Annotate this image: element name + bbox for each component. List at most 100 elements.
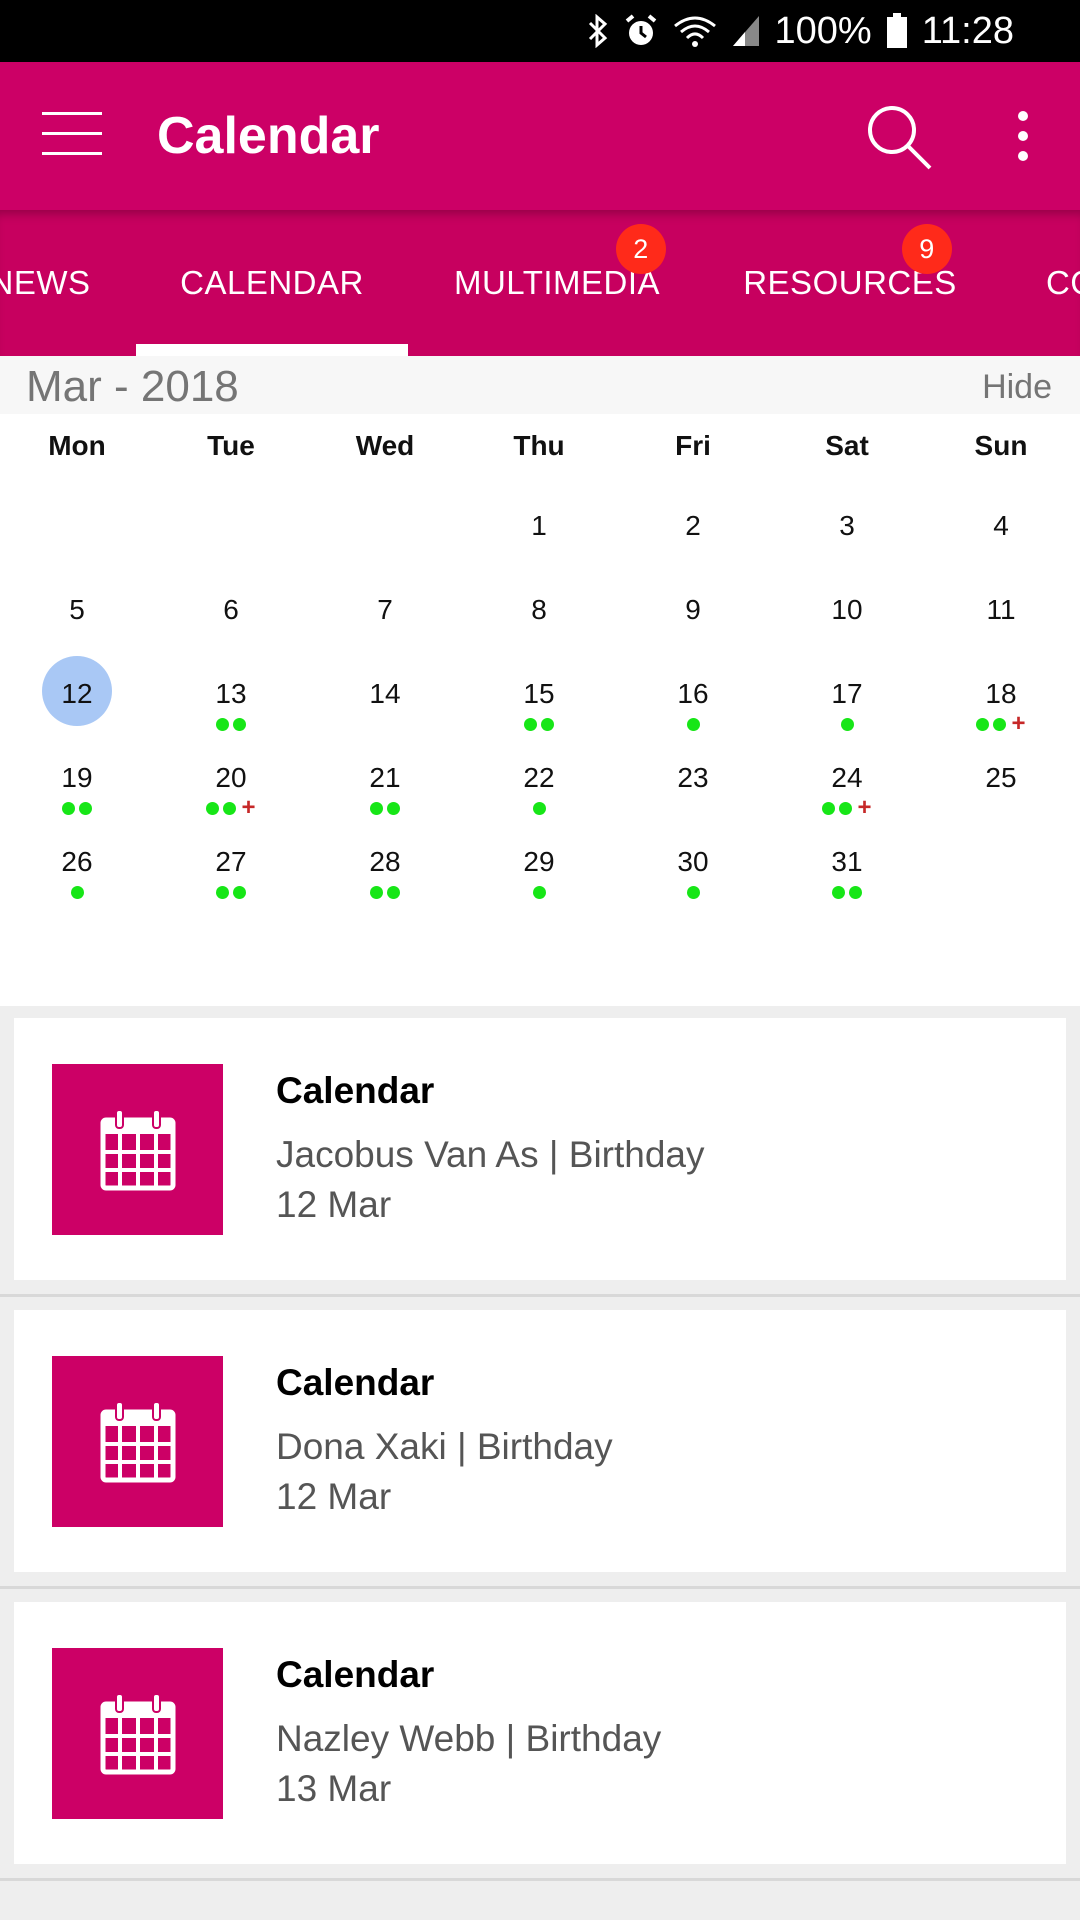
calendar-day[interactable]: 13 xyxy=(154,670,308,754)
event-dot xyxy=(686,717,700,731)
calendar-icon xyxy=(52,1064,223,1235)
day-number: 8 xyxy=(531,594,547,625)
event-dot xyxy=(832,885,845,899)
tab-label: CALENDAR xyxy=(180,264,364,301)
event-indicators xyxy=(462,882,616,902)
calendar-day[interactable]: 23 xyxy=(616,754,770,838)
calendar-day[interactable]: 25 xyxy=(924,754,1078,838)
day-number: 16 xyxy=(677,678,709,709)
day-number: 23 xyxy=(677,762,709,793)
event-indicators xyxy=(770,714,924,734)
calendar-day[interactable]: 4 xyxy=(924,502,1078,586)
tab-news[interactable]: NEWS xyxy=(0,210,90,356)
calendar-day[interactable]: 26 xyxy=(0,838,154,922)
calendar-day[interactable]: 24 + xyxy=(770,754,924,838)
calendar-grid: Mon Tue Wed Thu Fri Sat Sun 1 2 3 4 5 6 7 8 9 10 11 12 13 14… xyxy=(0,414,1080,1006)
day-number: 14 xyxy=(369,678,401,709)
day-number: 25 xyxy=(985,762,1017,793)
event-title: Calendar xyxy=(276,1654,435,1695)
event-dot xyxy=(524,717,537,731)
event-card[interactable]: Calendar Dona Xaki | Birthday 12 Mar xyxy=(14,1310,1066,1572)
event-date: 12 Mar xyxy=(276,1476,392,1517)
calendar-day[interactable]: 18 + xyxy=(924,670,1078,754)
calendar-day[interactable]: 27 xyxy=(154,838,308,922)
day-number: 2 xyxy=(685,510,701,541)
day-number: 18 xyxy=(985,678,1017,709)
event-indicators xyxy=(154,714,308,734)
calendar-day[interactable]: 21 xyxy=(308,754,462,838)
calendar-day[interactable]: 28 xyxy=(308,838,462,922)
calendar-day[interactable]: 31 xyxy=(770,838,924,922)
calendar-day[interactable]: 20 + xyxy=(154,754,308,838)
hide-button[interactable]: Hide xyxy=(982,368,1052,407)
event-date: 12 Mar xyxy=(276,1184,392,1225)
event-indicators xyxy=(0,798,154,818)
calendar-day[interactable]: 3 xyxy=(770,502,924,586)
event-card[interactable]: Calendar Nazley Webb | Birthday 13 Mar xyxy=(14,1602,1066,1864)
calendar-day[interactable]: 9 xyxy=(616,586,770,670)
calendar-day[interactable]: 1 xyxy=(462,502,616,586)
event-dot xyxy=(686,885,700,899)
tab-multimedia[interactable]: MULTIMEDIA 2 xyxy=(440,210,674,356)
event-indicators xyxy=(308,798,462,818)
event-dot xyxy=(532,801,546,815)
calendar-day[interactable]: 10 xyxy=(770,586,924,670)
alarm-icon xyxy=(623,13,659,49)
day-number: 30 xyxy=(677,846,709,877)
tab-resources[interactable]: RESOURCES 9 xyxy=(742,210,958,356)
day-number: 10 xyxy=(831,594,863,625)
day-number: 13 xyxy=(215,678,247,709)
calendar-day[interactable]: 29 xyxy=(462,838,616,922)
calendar-day[interactable]: 2 xyxy=(616,502,770,586)
tab-label: NEWS xyxy=(0,264,91,301)
event-date: 13 Mar xyxy=(276,1768,392,1809)
calendar-day[interactable]: 30 xyxy=(616,838,770,922)
day-number: 12 xyxy=(61,678,93,709)
event-subtitle: Jacobus Van As | Birthday xyxy=(276,1134,705,1175)
weekday-label: Mon xyxy=(48,430,106,461)
more-vertical-icon[interactable] xyxy=(1008,108,1038,164)
event-dot xyxy=(532,885,546,899)
event-dot xyxy=(216,717,229,731)
tab-calendar[interactable]: CALENDAR xyxy=(136,210,408,356)
day-number: 27 xyxy=(215,846,247,877)
card-divider xyxy=(0,1294,1080,1297)
calendar-day[interactable]: 7 xyxy=(308,586,462,670)
calendar-day[interactable]: 8 xyxy=(462,586,616,670)
day-number: 3 xyxy=(839,510,855,541)
card-divider xyxy=(0,1586,1080,1589)
more-events-plus-icon: + xyxy=(857,794,872,821)
weekday-label: Tue xyxy=(207,430,255,461)
calendar-day[interactable]: 19 xyxy=(0,754,154,838)
event-indicators: + xyxy=(924,710,1078,737)
event-dot xyxy=(993,717,1007,731)
calendar-day[interactable]: 14 xyxy=(308,670,462,754)
hamburger-icon[interactable] xyxy=(40,106,104,162)
calendar-day[interactable]: 15 xyxy=(462,670,616,754)
event-dot xyxy=(387,885,400,899)
weekday-label: Sun xyxy=(974,430,1028,461)
weekday-label: Sat xyxy=(825,430,869,461)
calendar-day[interactable]: 12 xyxy=(0,656,154,754)
event-card[interactable]: Calendar Jacobus Van As | Birthday 12 Mar xyxy=(14,1018,1066,1280)
event-indicators xyxy=(616,882,770,902)
day-number: 31 xyxy=(831,846,863,877)
event-dot xyxy=(839,801,853,815)
day-number: 11 xyxy=(986,594,1016,625)
calendar-day[interactable]: 11 xyxy=(924,586,1078,670)
event-indicators xyxy=(0,882,154,902)
calendar-day[interactable]: 17 xyxy=(770,670,924,754)
event-indicators xyxy=(462,714,616,734)
tab-label: CO xyxy=(1046,264,1080,301)
search-icon[interactable] xyxy=(862,100,934,172)
calendar-day[interactable]: 16 xyxy=(616,670,770,754)
calendar-day[interactable]: 22 xyxy=(462,754,616,838)
more-events-plus-icon: + xyxy=(1011,710,1026,737)
calendar-day[interactable]: 6 xyxy=(154,586,308,670)
month-label: Mar - 2018 xyxy=(26,362,239,411)
event-dot xyxy=(976,717,990,731)
tab-co[interactable]: CO xyxy=(1046,210,1080,356)
event-title: Calendar xyxy=(276,1362,435,1403)
event-indicators: + xyxy=(770,794,924,821)
day-number: 29 xyxy=(523,846,555,877)
